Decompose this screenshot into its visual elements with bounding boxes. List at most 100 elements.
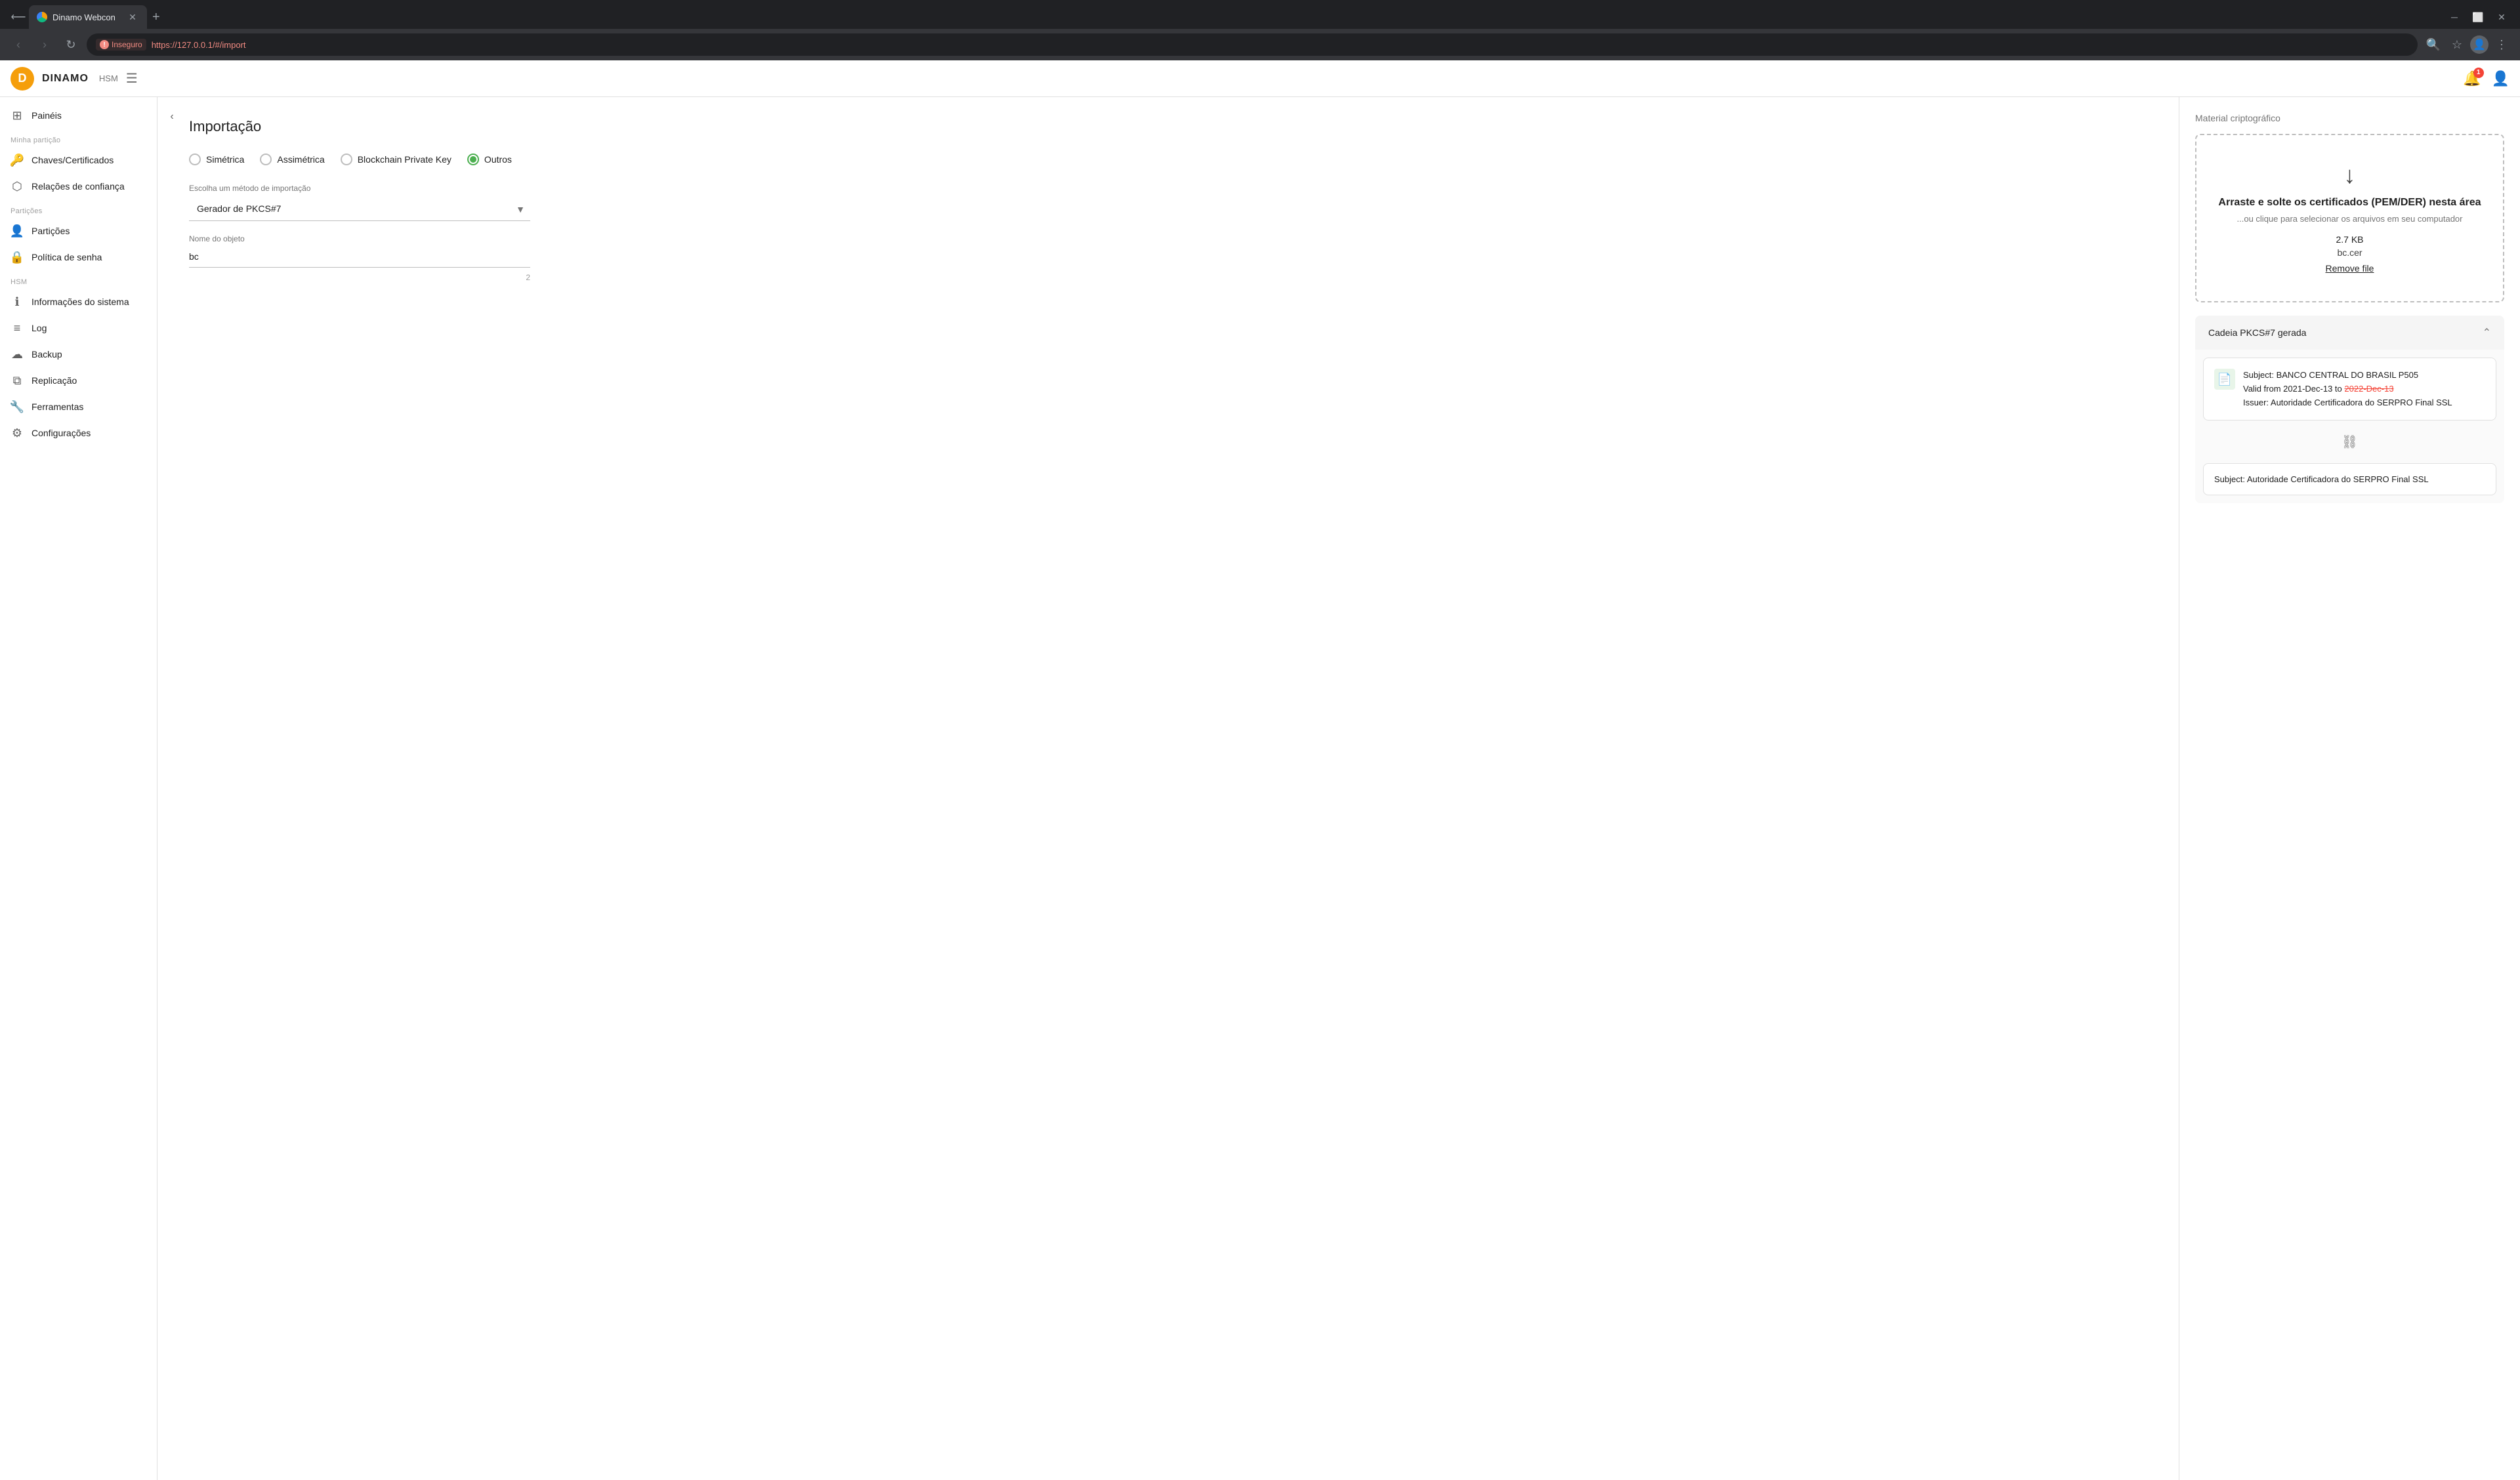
forward-button[interactable]: › [34, 34, 55, 55]
pkcs7-header[interactable]: Cadeia PKCS#7 gerada ⌃ [2195, 316, 2504, 350]
hamburger-menu-button[interactable]: ☰ [126, 70, 138, 87]
cert-info-1: Subject: BANCO CENTRAL DO BRASIL P505 Va… [2243, 369, 2452, 409]
sidebar-label-backup: Backup [32, 349, 62, 360]
radio-circle-assimetrica [260, 154, 272, 165]
sidebar-label-politica: Política de senha [32, 252, 102, 262]
panel-title: Material criptográfico [2195, 113, 2504, 123]
main-content: Importação Simétrica Assimétrica [158, 97, 2179, 1480]
minimize-button[interactable]: ─ [2444, 7, 2465, 28]
nav-icons: 🔍 ☆ 👤 ⋮ [2423, 34, 2512, 55]
sidebar-label-log: Log [32, 323, 47, 333]
sidebar-item-backup[interactable]: ☁ Backup [0, 341, 157, 367]
cert1-subject: Subject: BANCO CENTRAL DO BRASIL P505 [2243, 369, 2452, 382]
import-method-label: Escolha um método de importação [189, 184, 530, 193]
politica-icon: 🔒 [10, 251, 24, 264]
object-name-input[interactable] [189, 246, 530, 268]
sidebar-section-minha-particao: Minha partição [0, 129, 157, 147]
particoes-icon: 👤 [10, 224, 24, 237]
reload-button[interactable]: ↻ [60, 34, 81, 55]
cert-icon-1: 📄 [2214, 369, 2235, 390]
topbar-right: 🔔 1 👤 [2463, 70, 2510, 87]
cert1-valid-from: Valid from 2021-Dec-13 to [2243, 384, 2342, 394]
sidebar: ⊞ Painéis Minha partição 🔑 Chaves/Certif… [0, 97, 158, 1480]
address-text: https://127.0.0.1/#/import [152, 40, 246, 50]
bookmark-icon-button[interactable]: ☆ [2446, 34, 2468, 55]
new-tab-button[interactable]: + [147, 7, 165, 28]
tab-favicon [37, 12, 47, 22]
logo-circle: D [10, 67, 34, 91]
restore-button[interactable]: ⬜ [2468, 7, 2488, 28]
form-section: Escolha um método de importação Gerador … [189, 184, 530, 282]
sidebar-item-paineis[interactable]: ⊞ Painéis [0, 102, 157, 129]
radio-simetrica[interactable]: Simétrica [189, 154, 244, 165]
close-window-button[interactable]: ✕ [2491, 7, 2512, 28]
sidebar-label-relacoes: Relações de confiança [32, 181, 125, 192]
file-name: bc.cer [2212, 247, 2487, 258]
search-icon-button[interactable]: 🔍 [2423, 34, 2444, 55]
sidebar-item-particoes[interactable]: 👤 Partições [0, 218, 157, 244]
radio-circle-outros [467, 154, 479, 165]
sidebar-label-particoes: Partições [32, 226, 70, 236]
radio-circle-simetrica [189, 154, 201, 165]
user-account-button[interactable]: 👤 [2492, 70, 2510, 87]
radio-label-assimetrica: Assimétrica [277, 154, 324, 165]
sidebar-section-particoes: Partições [0, 199, 157, 218]
sidebar-item-ferramentas[interactable]: 🔧 Ferramentas [0, 394, 157, 420]
sidebar-item-informacoes[interactable]: ℹ Informações do sistema [0, 289, 157, 315]
cert-card-1: 📄 Subject: BANCO CENTRAL DO BRASIL P505 … [2203, 358, 2496, 421]
sidebar-label-informacoes: Informações do sistema [32, 297, 129, 307]
sidebar-item-relacoes[interactable]: ⬡ Relações de confiança [0, 173, 157, 199]
radio-label-outros: Outros [484, 154, 512, 165]
insecure-icon: ! [100, 40, 109, 49]
tab-title: Dinamo Webcon [52, 12, 116, 22]
cert2-subject: Subject: Autoridade Certificadora do SER… [2214, 474, 2485, 484]
pkcs7-section: Cadeia PKCS#7 gerada ⌃ 📄 Subject: BANCO … [2195, 316, 2504, 503]
cert-card-2: Subject: Autoridade Certificadora do SER… [2203, 463, 2496, 495]
browser-tab[interactable]: Dinamo Webcon ✕ [29, 5, 147, 29]
file-size: 2.7 KB [2212, 234, 2487, 245]
import-method-select-wrapper: Gerador de PKCS#7 ▼ [189, 197, 530, 221]
app-logo: D DINAMO HSM [10, 67, 118, 91]
sidebar-label-ferramentas: Ferramentas [32, 401, 83, 412]
drop-title: Arraste e solte os certificados (PEM/DER… [2212, 197, 2487, 209]
page-title: Importação [189, 118, 722, 135]
paineis-icon: ⊞ [10, 109, 24, 122]
drop-zone[interactable]: ↓ Arraste e solte os certificados (PEM/D… [2195, 134, 2504, 302]
sidebar-item-log[interactable]: ≡ Log [0, 315, 157, 341]
tab-close-button[interactable]: ✕ [126, 10, 139, 24]
right-panel: Material criptográfico ↓ Arraste e solte… [2179, 97, 2520, 1480]
sidebar-item-replicacao[interactable]: ⧉ Replicação [0, 367, 157, 394]
address-bar[interactable]: ! Inseguro https://127.0.0.1/#/import [87, 33, 2418, 56]
back-button[interactable]: ‹ [8, 34, 29, 55]
log-icon: ≡ [10, 321, 24, 335]
sidebar-item-chaves[interactable]: 🔑 Chaves/Certificados [0, 147, 157, 173]
relacoes-icon: ⬡ [10, 180, 24, 193]
sidebar-item-configuracoes[interactable]: ⚙ Configurações [0, 420, 157, 446]
app-topbar: D DINAMO HSM ☰ 🔔 1 👤 [0, 60, 2520, 97]
import-type-radio-group: Simétrica Assimétrica Blockchain Private… [189, 154, 722, 165]
sidebar-section-hsm: HSM [0, 270, 157, 289]
cert1-validity: Valid from 2021-Dec-13 to 2022-Dec-13 [2243, 382, 2452, 396]
radio-outros[interactable]: Outros [467, 154, 512, 165]
browser-chrome: ⟵ Dinamo Webcon ✕ + ─ ⬜ ✕ ‹ › ↻ ! Insegu… [0, 0, 2520, 60]
logo-letter: D [18, 72, 27, 85]
insecure-label: Inseguro [112, 40, 142, 49]
profile-icon[interactable]: 👤 [2470, 35, 2488, 54]
remove-file-button[interactable]: Remove file [2326, 263, 2374, 274]
sidebar-label-replicacao: Replicação [32, 375, 77, 386]
import-method-select[interactable]: Gerador de PKCS#7 [189, 197, 530, 221]
menu-dots-button[interactable]: ⋮ [2491, 34, 2512, 55]
pkcs7-toggle-icon: ⌃ [2483, 326, 2491, 339]
sidebar-label-paineis: Painéis [32, 110, 62, 121]
tab-bar: ⟵ Dinamo Webcon ✕ + ─ ⬜ ✕ [0, 0, 2520, 29]
chain-link-icon: ⛓ [2195, 428, 2504, 455]
configuracoes-icon: ⚙ [10, 426, 24, 440]
radio-blockchain[interactable]: Blockchain Private Key [341, 154, 452, 165]
radio-assimetrica[interactable]: Assimétrica [260, 154, 324, 165]
radio-circle-blockchain [341, 154, 352, 165]
object-name-wrapper: Nome do objeto [189, 234, 530, 268]
sidebar-item-politica[interactable]: 🔒 Política de senha [0, 244, 157, 270]
drop-subtitle: ...ou clique para selecionar os arquivos… [2212, 214, 2487, 224]
app-name: DINAMO [42, 73, 89, 85]
notification-button[interactable]: 🔔 1 [2463, 70, 2481, 87]
